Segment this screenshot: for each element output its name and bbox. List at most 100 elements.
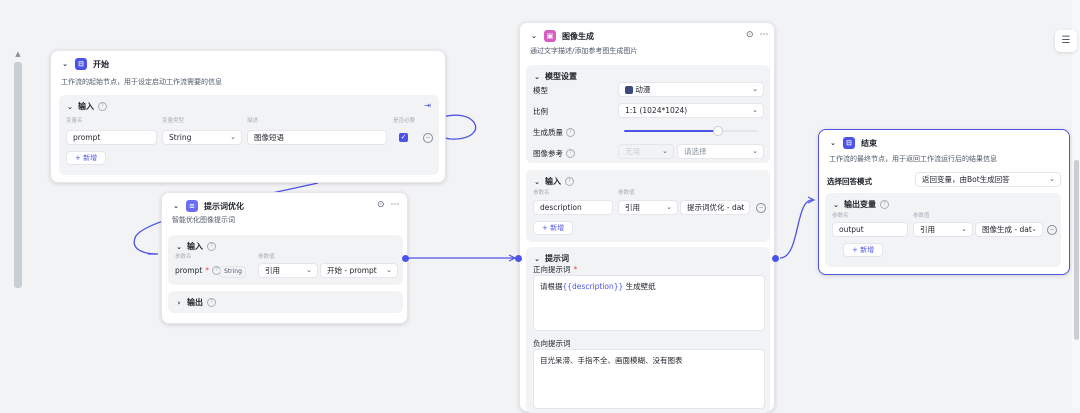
select-value: 引用 [625,203,640,212]
image-node-icon: ▣ [544,30,556,42]
end-node-icon: ⊟ [843,137,855,149]
ratio-select[interactable]: 1:1 (1024*1024) ⌄ [618,103,764,118]
select-value: 动漫 [635,85,651,94]
panel-header[interactable]: › 输出 ? [175,297,216,308]
description-field[interactable]: 图像短语 [247,130,387,145]
variable-name-field[interactable]: prompt [66,130,157,145]
prompt-optimize-node[interactable]: ⌄ ≡ 提示词优化 ⊙ ⋯ 智能优化图像提示词 ⌄ 输入 ? 参数名 参数值 p… [161,192,408,324]
add-button[interactable]: + 新增 [66,151,107,165]
reference-mode-select[interactable]: 引用 ⌄ [913,222,973,237]
help-icon[interactable]: ? [566,128,575,137]
panel-header[interactable]: ⌄ 输入 ? [533,176,574,187]
chevron-right-icon[interactable]: › [175,299,183,307]
node-header: ⌄ ▣ 图像生成 [530,30,594,42]
chevron-down-icon[interactable]: ⌄ [533,73,541,81]
image-ref-mode-select[interactable]: 无用 ⌄ [618,144,674,159]
positive-prompt-textarea[interactable]: 请根据{{description}} 生成壁纸 [533,275,765,331]
workflow-canvas[interactable]: ▲ ☰ ⌄ ⊟ 开始 工作流的起始节点，用于设定启动工作流需要的信息 ⌄ 输入 … [0,0,1080,413]
input-port[interactable] [515,255,522,262]
node-description: 智能优化图像提示词 [172,216,235,224]
model-thumbnail-icon [625,86,633,94]
reference-source-select[interactable]: 提示词优化 - dat ⌄ [680,200,750,215]
col-header: 参数值 [913,213,930,219]
import-icon[interactable]: ⇥ [424,101,431,110]
col-header: 参数名 [832,213,849,219]
chevron-down-icon[interactable]: ⌄ [172,202,180,210]
input-panel: ⌄ 输入 ? ⇥ 变量名 变量类型 描述 是否必要 prompt String … [59,95,439,175]
reference-mode-select[interactable]: 引用 ⌄ [258,263,318,278]
answer-mode-label: 选择回答模式 [827,177,872,186]
add-button[interactable]: + 新增 [533,221,574,235]
col-header: 参数名 [175,254,192,260]
help-icon[interactable]: ? [565,177,574,186]
chevron-down-icon: ⌄ [666,203,672,211]
quality-label: 生成质量? [533,127,575,138]
param-name-field[interactable]: description [533,200,613,215]
output-port[interactable] [402,255,409,262]
select-value: 引用 [920,225,935,234]
reference-source-select[interactable]: 开始 - prompt ⌄ [320,263,398,278]
add-button[interactable]: + 新增 [843,243,884,257]
scroll-up-icon[interactable]: ▲ [12,50,24,58]
remove-icon[interactable]: − [423,133,433,143]
select-value: 无用 [625,147,640,156]
panel-header[interactable]: ⌄ 模型设置 [533,71,577,82]
right-scrollbar[interactable] [1072,0,1080,408]
node-title: 开始 [93,59,109,69]
chevron-down-icon[interactable]: ⌄ [530,32,538,40]
more-icon[interactable]: ⋯ [760,30,769,40]
chevron-down-icon[interactable]: ⌄ [533,178,541,186]
negative-prompt-textarea[interactable]: 目光呆滞、手指不全、画面模糊、没有图表 [533,349,765,409]
required-mark: * [573,265,578,274]
required-checkbox[interactable]: ✓ [399,133,408,142]
remove-icon[interactable]: − [756,203,766,213]
start-node[interactable]: ⌄ ⊟ 开始 工作流的起始节点，用于设定启动工作流需要的信息 ⌄ 输入 ? ⇥ … [50,50,446,183]
param-name-field[interactable]: output [832,222,908,237]
positive-prompt-label-text: 正向提示词 [533,265,571,274]
slider-thumb[interactable] [713,126,723,136]
image-generation-node[interactable]: ⌄ ▣ 图像生成 ⊙ ⋯ 通过文字描述/添加参考图生成图片 ⌄ 模型设置 模型 … [519,22,775,413]
negative-prompt-label: 负向提示词 [533,339,571,348]
model-select[interactable]: 动漫 ⌄ [618,82,764,97]
panel-collapse-icon[interactable]: ☰ [1055,30,1077,52]
chevron-down-icon: ⌄ [1031,225,1037,233]
ratio-label: 比例 [533,107,548,116]
panel-header[interactable]: ⌄ 输入 ? [175,241,216,252]
run-icon[interactable]: ⊙ [377,200,385,210]
image-ref-label-text: 图像参考 [533,149,563,158]
run-icon[interactable]: ⊙ [746,30,754,40]
reference-mode-select[interactable]: 引用 ⌄ [618,200,678,215]
left-scrollbar[interactable]: ▲ [12,48,24,408]
help-icon[interactable]: ? [566,149,575,158]
reference-source-select[interactable]: 图像生成 - dat ⌄ [975,222,1043,237]
col-header: 变量类型 [162,118,185,124]
chevron-down-icon[interactable]: ⌄ [829,139,837,147]
chevron-down-icon: ⌄ [961,225,967,233]
panel-header[interactable]: ⌄ 输出变量 ? [832,199,889,210]
help-icon[interactable]: ? [98,102,107,111]
help-icon[interactable]: ? [207,298,216,307]
node-actions: ⊙ ⋯ [377,200,400,210]
end-node[interactable]: ⌄ ⊟ 结束 工作流的最终节点，用于返回工作流运行后的结果信息 选择回答模式 返… [818,129,1070,275]
chevron-down-icon[interactable]: ⌄ [832,201,840,209]
quality-slider[interactable] [624,126,758,136]
chevron-down-icon[interactable]: ⌄ [533,255,541,263]
scrollbar-thumb[interactable] [14,62,22,288]
select-value: 提示词优化 - dat [687,203,745,212]
chevron-down-icon[interactable]: ⌄ [175,243,183,251]
image-ref-select[interactable]: 请选择 ⌄ [677,144,764,159]
help-icon[interactable]: ? [880,200,889,209]
scrollbar-thumb[interactable] [1074,160,1079,340]
prompt-text: 目光呆滞、手指不全、画面模糊、没有图表 [540,356,683,365]
more-icon[interactable]: ⋯ [391,200,400,210]
panel-header[interactable]: ⌄ 输入 ? [66,101,107,112]
panel-header[interactable]: ⌄ 提示词 [533,253,569,264]
output-port[interactable] [772,255,779,262]
chevron-down-icon[interactable]: ⌄ [61,60,69,68]
answer-mode-select[interactable]: 返回变量，由Bot生成回答 ⌄ [915,172,1061,187]
help-icon[interactable]: ? [207,242,216,251]
input-panel: ⌄ 输入 ? 参数名 参数值 prompt * ? String 引用 ⌄ 开始 … [168,235,403,285]
chevron-down-icon[interactable]: ⌄ [66,103,74,111]
remove-icon[interactable]: − [1047,225,1057,235]
variable-type-select[interactable]: String ⌄ [162,130,242,145]
